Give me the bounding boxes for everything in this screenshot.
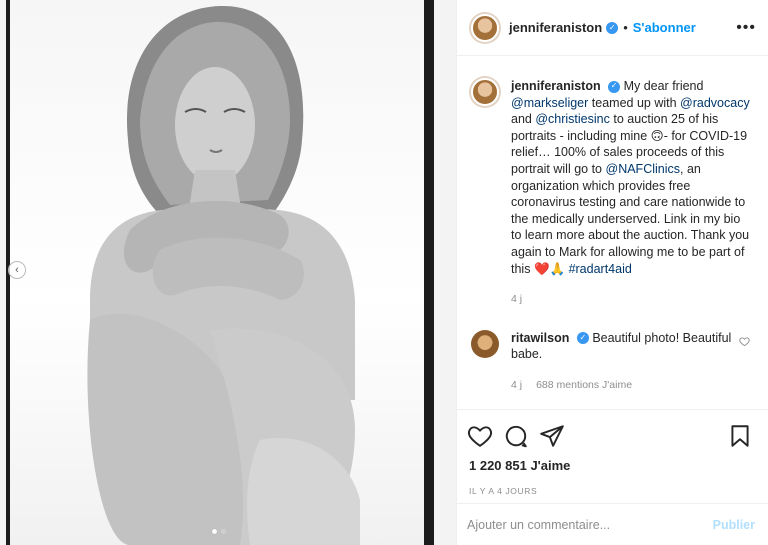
post-photo[interactable]	[10, 0, 424, 545]
post-media: ‹	[0, 0, 456, 545]
heart-outline-icon[interactable]	[467, 423, 493, 449]
heart-outline-icon	[739, 337, 750, 346]
action-icons	[467, 422, 757, 450]
comment-like-button[interactable]	[739, 336, 750, 350]
avatar[interactable]	[471, 329, 499, 358]
avatar[interactable]	[471, 13, 499, 42]
more-options-icon[interactable]: •••	[736, 19, 756, 37]
verified-icon: ✓	[576, 332, 589, 345]
caption-text: and	[511, 112, 532, 127]
comment-meta: 4 j 688 mentions J'aime	[511, 377, 741, 394]
likes-count[interactable]: 1 220 851 J'aime	[469, 458, 757, 473]
mention-link[interactable]: @markseliger	[511, 96, 588, 110]
hashtag-link[interactable]: #radart4aid	[569, 262, 632, 276]
avatar[interactable]	[471, 78, 499, 106]
comment-username[interactable]: ritawilson	[511, 331, 569, 345]
verified-icon: ✓	[606, 21, 619, 34]
add-comment-bar: Publier	[457, 503, 768, 545]
carousel-dot-active	[212, 529, 217, 534]
caption-body: jenniferaniston ✓ My dear friend @markse…	[511, 78, 750, 308]
emoji: ❤️🙏	[533, 261, 566, 276]
caption-text: , an organization which provides free co…	[511, 161, 750, 276]
post-panel: jenniferaniston ✓ • S'abonner ••• jennif…	[456, 0, 768, 545]
caption: jenniferaniston ✓ My dear friend @markse…	[471, 78, 750, 308]
post-actions: 1 220 851 J'aime IL Y A 4 JOURS	[457, 409, 768, 496]
comment-icon[interactable]	[503, 423, 529, 449]
send-icon[interactable]	[539, 423, 565, 449]
comment-timestamp[interactable]: 4 j	[511, 377, 522, 394]
carousel-prev-button[interactable]: ‹	[8, 261, 26, 279]
carousel-dot	[221, 529, 226, 534]
mention-link[interactable]: @NAFClinics	[606, 162, 681, 176]
comment-input[interactable]	[467, 517, 713, 532]
mention-link[interactable]: @radvocacy	[680, 96, 750, 110]
portrait-illustration	[87, 5, 360, 545]
comment-likes[interactable]: 688 mentions J'aime	[536, 377, 632, 394]
follow-button[interactable]: S'abonner	[633, 20, 696, 35]
caption-text: My dear friend	[623, 79, 704, 93]
caption-username[interactable]: jenniferaniston	[511, 79, 601, 93]
emoji: 🙃	[650, 128, 664, 143]
publish-button[interactable]: Publier	[713, 518, 755, 532]
bookmark-icon[interactable]	[727, 423, 753, 449]
post-date[interactable]: IL Y A 4 JOURS	[469, 486, 757, 496]
mention-link[interactable]: @christiesinc	[535, 112, 610, 126]
post-header: jenniferaniston ✓ • S'abonner •••	[457, 0, 768, 56]
verified-icon: ✓	[608, 80, 621, 93]
comments-section: jenniferaniston ✓ My dear friend @markse…	[457, 56, 768, 408]
comment-body: ritawilson ✓ Beautiful photo! Beautiful …	[511, 330, 741, 394]
separator: •	[623, 20, 628, 35]
caption-timestamp[interactable]: 4 j	[511, 291, 750, 308]
chevron-left-icon: ‹	[15, 264, 19, 276]
comment-item: ritawilson ✓ Beautiful photo! Beautiful …	[471, 329, 750, 394]
header-username[interactable]: jenniferaniston	[509, 20, 602, 35]
caption-text: teamed up with	[591, 95, 677, 110]
carousel-dots	[212, 529, 226, 534]
